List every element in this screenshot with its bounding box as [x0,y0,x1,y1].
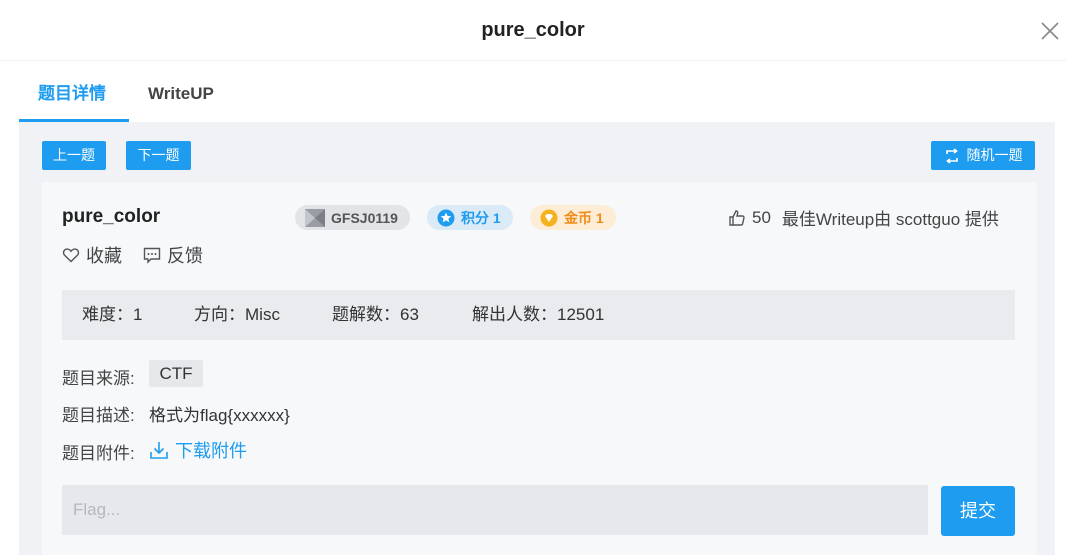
solvers-stat: 解出人数：12501 [472,305,605,324]
description-text: 格式为flag{xxxxxx} [149,406,290,425]
challenge-id-badge: GFSJ0119 [295,205,410,230]
likes-info: 50 最佳Writeup由 scottguo 提供 [728,205,999,230]
feedback-label: 反馈 [167,246,203,266]
tab-writeup[interactable]: WriteUP [148,66,214,122]
points-badge: 积分 1 [427,205,513,230]
favorite-button[interactable]: 收藏 [62,242,122,268]
download-attachment-link[interactable]: 下载附件 [149,438,247,462]
thumbs-up-icon[interactable] [728,209,746,227]
next-button[interactable]: 下一题 [126,141,191,170]
favorite-label: 收藏 [86,246,122,266]
tab-details[interactable]: 题目详情 [38,66,106,122]
dialog-title: pure_color [481,19,585,41]
flag-input[interactable] [62,485,928,535]
direction-stat: 方向：Misc [194,305,280,324]
challenge-thumbnail-icon [305,208,325,227]
solves-stat: 题解数：63 [332,305,419,324]
random-button-label: 随机一题 [966,147,1023,163]
best-writeup-credit: 最佳Writeup由 scottguo 提供 [781,210,999,229]
prev-button[interactable]: 上一题 [42,141,106,170]
feedback-button[interactable]: 反馈 [143,242,203,268]
difficulty-stat: 难度：1 [82,305,143,324]
coin-icon [540,209,558,226]
feedback-icon [143,247,161,264]
points-icon [437,209,455,226]
challenge-id: GFSJ0119 [331,209,398,226]
shuffle-icon [945,147,958,164]
source-label: 题目来源: [62,369,135,388]
description-label: 题目描述: [62,406,135,425]
attachment-label: 题目附件: [62,444,135,463]
submit-button[interactable]: 提交 [941,486,1015,536]
challenge-name: pure_color [62,206,161,227]
coins-badge: 金币 1 [530,205,616,230]
dialog-header: pure_color [0,0,1066,61]
close-icon[interactable] [1039,20,1061,42]
random-button[interactable]: 随机一题 [931,141,1035,170]
download-attachment-label: 下载附件 [175,441,247,461]
download-icon [150,442,168,459]
source-tag: CTF [149,360,203,387]
heart-icon [62,248,80,263]
likes-count: 50 [752,207,771,227]
points-value: 积分 1 [461,209,501,226]
coins-value: 金币 1 [564,209,604,226]
